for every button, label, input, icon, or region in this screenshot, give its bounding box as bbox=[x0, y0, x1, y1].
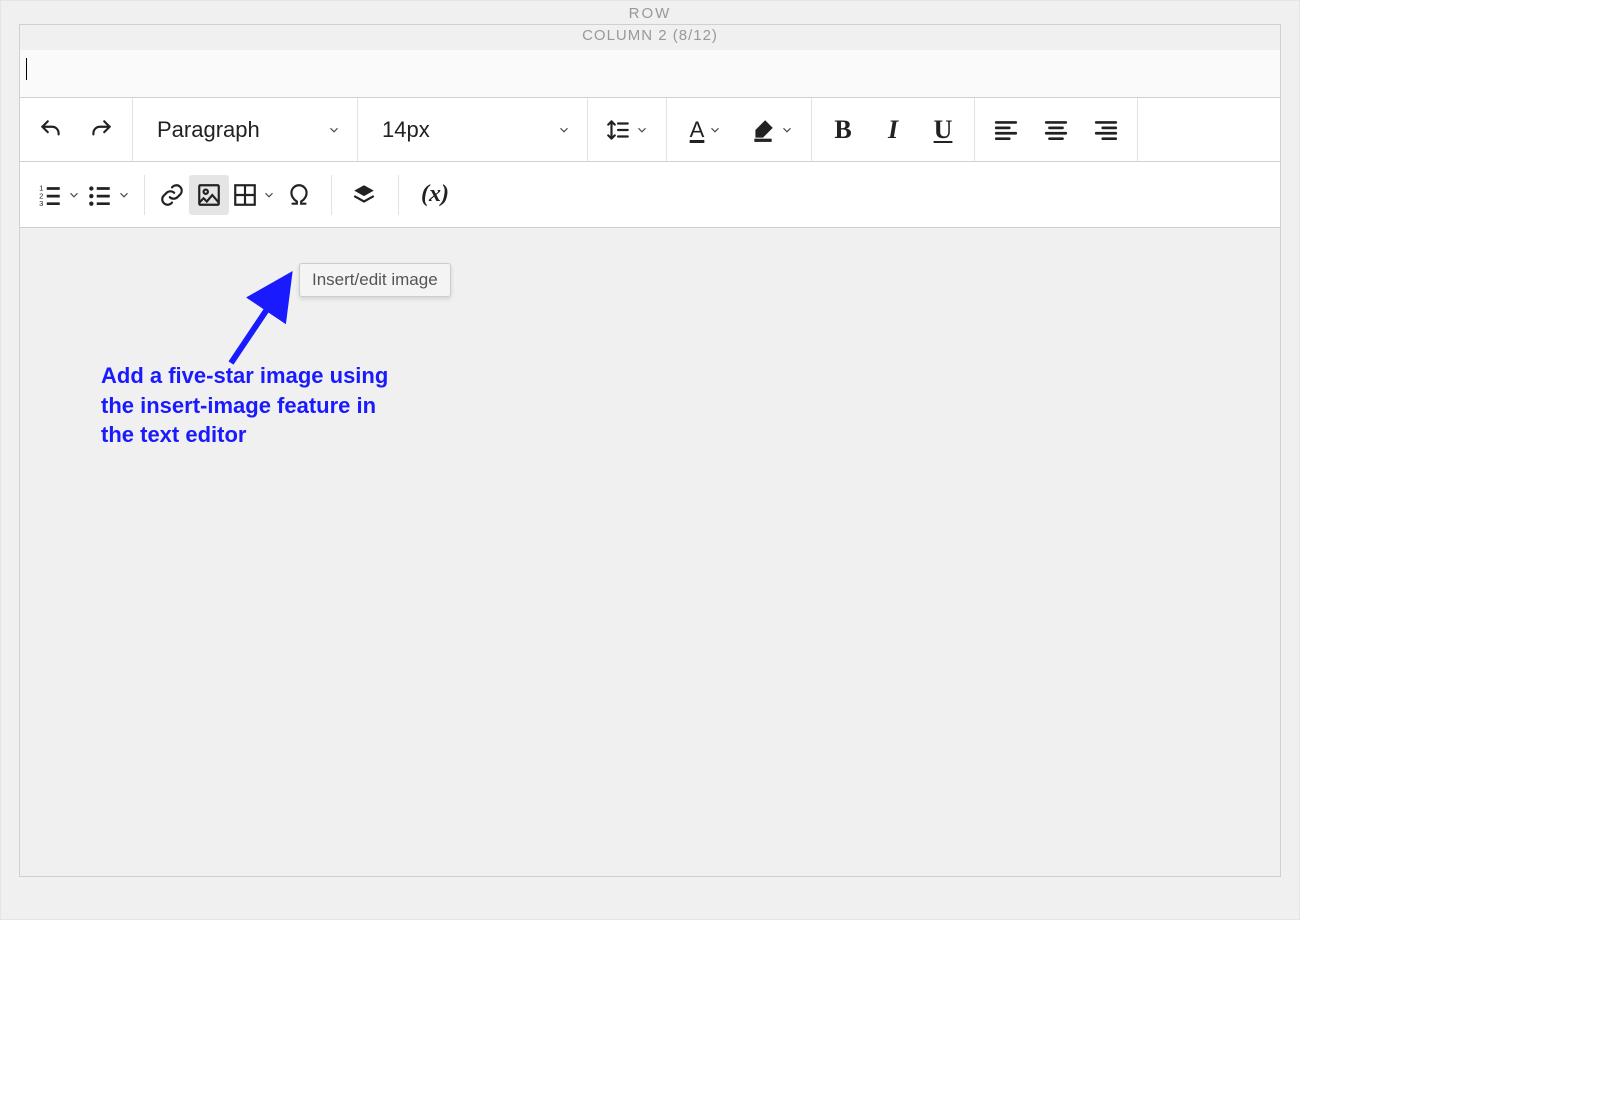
svg-text:3: 3 bbox=[39, 198, 43, 207]
block-format-value: Paragraph bbox=[157, 117, 260, 143]
redo-icon bbox=[88, 117, 114, 143]
align-center-button[interactable] bbox=[1039, 110, 1073, 150]
chevron-down-icon bbox=[708, 123, 722, 137]
editor-content-input[interactable] bbox=[20, 50, 1280, 98]
chevron-down-icon bbox=[327, 123, 341, 137]
annotation-text: Add a five-star image using the insert-i… bbox=[101, 361, 391, 450]
text-cursor bbox=[26, 58, 27, 80]
underline-icon: U bbox=[934, 117, 953, 143]
editor-canvas[interactable] bbox=[20, 228, 1280, 876]
toolbar-row-2: 1 2 3 bbox=[20, 162, 1280, 228]
ordered-list-icon: 1 2 3 bbox=[37, 182, 63, 208]
highlight-icon bbox=[750, 117, 776, 143]
unordered-list-icon bbox=[87, 182, 113, 208]
unordered-list-button[interactable] bbox=[84, 175, 134, 215]
ordered-list-button[interactable]: 1 2 3 bbox=[34, 175, 84, 215]
chevron-down-icon bbox=[262, 188, 276, 202]
undo-icon bbox=[38, 117, 64, 143]
insert-image-tooltip: Insert/edit image bbox=[299, 263, 451, 297]
align-right-button[interactable] bbox=[1089, 110, 1123, 150]
column-label: COLUMN 2 (8/12) bbox=[20, 25, 1280, 50]
text-color-icon: A bbox=[690, 117, 705, 143]
insert-link-button[interactable] bbox=[155, 175, 189, 215]
annotation-arrow bbox=[211, 263, 311, 373]
align-right-icon bbox=[1093, 117, 1119, 143]
history-group bbox=[20, 98, 133, 161]
chevron-down-icon bbox=[780, 123, 794, 137]
block-format-select[interactable]: Paragraph bbox=[133, 98, 358, 161]
italic-button[interactable]: I bbox=[876, 110, 910, 150]
editor-frame: ROW COLUMN 2 (8/12) bbox=[0, 0, 1300, 920]
chevron-down-icon bbox=[557, 123, 571, 137]
align-left-icon bbox=[993, 117, 1019, 143]
widget-button[interactable] bbox=[344, 175, 384, 215]
align-group bbox=[975, 98, 1138, 161]
line-height-button[interactable] bbox=[602, 110, 652, 150]
chevron-down-icon bbox=[67, 188, 81, 202]
align-center-icon bbox=[1043, 117, 1069, 143]
align-left-button[interactable] bbox=[989, 110, 1023, 150]
redo-button[interactable] bbox=[84, 110, 118, 150]
chevron-down-icon bbox=[117, 188, 131, 202]
column-editor: COLUMN 2 (8/12) bbox=[19, 24, 1281, 877]
format-group: B I U bbox=[812, 98, 975, 161]
insert-variable-button[interactable]: (x) bbox=[413, 175, 457, 215]
highlight-color-button[interactable] bbox=[747, 110, 797, 150]
link-icon bbox=[159, 182, 185, 208]
bold-button[interactable]: B bbox=[826, 110, 860, 150]
table-icon bbox=[232, 182, 258, 208]
chevron-down-icon bbox=[635, 123, 649, 137]
toolbar-row-1: Paragraph 14px bbox=[20, 98, 1280, 162]
undo-button[interactable] bbox=[34, 110, 68, 150]
line-height-icon bbox=[605, 117, 631, 143]
text-color-button[interactable]: A bbox=[681, 110, 731, 150]
line-height-group bbox=[588, 98, 667, 161]
insert-image-button[interactable] bbox=[189, 175, 229, 215]
italic-icon: I bbox=[888, 117, 898, 143]
special-character-button[interactable] bbox=[279, 175, 319, 215]
omega-icon bbox=[286, 182, 312, 208]
color-group: A bbox=[667, 98, 812, 161]
underline-button[interactable]: U bbox=[926, 110, 960, 150]
stack-icon bbox=[351, 182, 377, 208]
font-size-select[interactable]: 14px bbox=[358, 98, 588, 161]
image-icon bbox=[196, 182, 222, 208]
variable-icon: (x) bbox=[421, 181, 449, 208]
font-size-value: 14px bbox=[382, 117, 430, 143]
row-label: ROW bbox=[1, 1, 1299, 24]
insert-table-button[interactable] bbox=[229, 175, 279, 215]
bold-icon: B bbox=[834, 117, 851, 143]
